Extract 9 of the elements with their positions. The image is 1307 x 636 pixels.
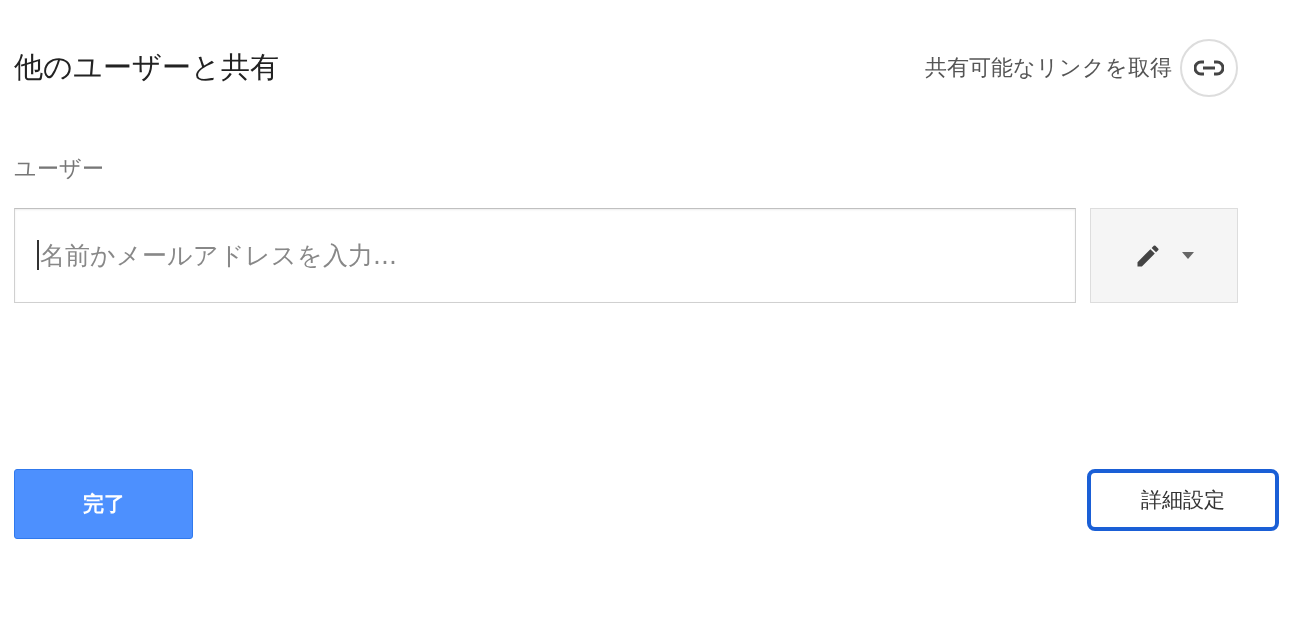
name-email-field[interactable]: 名前かメールアドレスを入力... [14,208,1076,303]
caret-icon [1182,252,1194,259]
share-link[interactable]: 共有可能なリンクを取得 [925,53,1172,83]
advanced-settings-button[interactable]: 詳細設定 [1087,469,1279,531]
dialog-title: 他のユーザーと共有 [14,49,279,86]
link-icon [1194,60,1224,76]
users-label: ユーザー [14,155,105,183]
link-button[interactable] [1180,39,1238,97]
text-cursor [37,240,39,270]
